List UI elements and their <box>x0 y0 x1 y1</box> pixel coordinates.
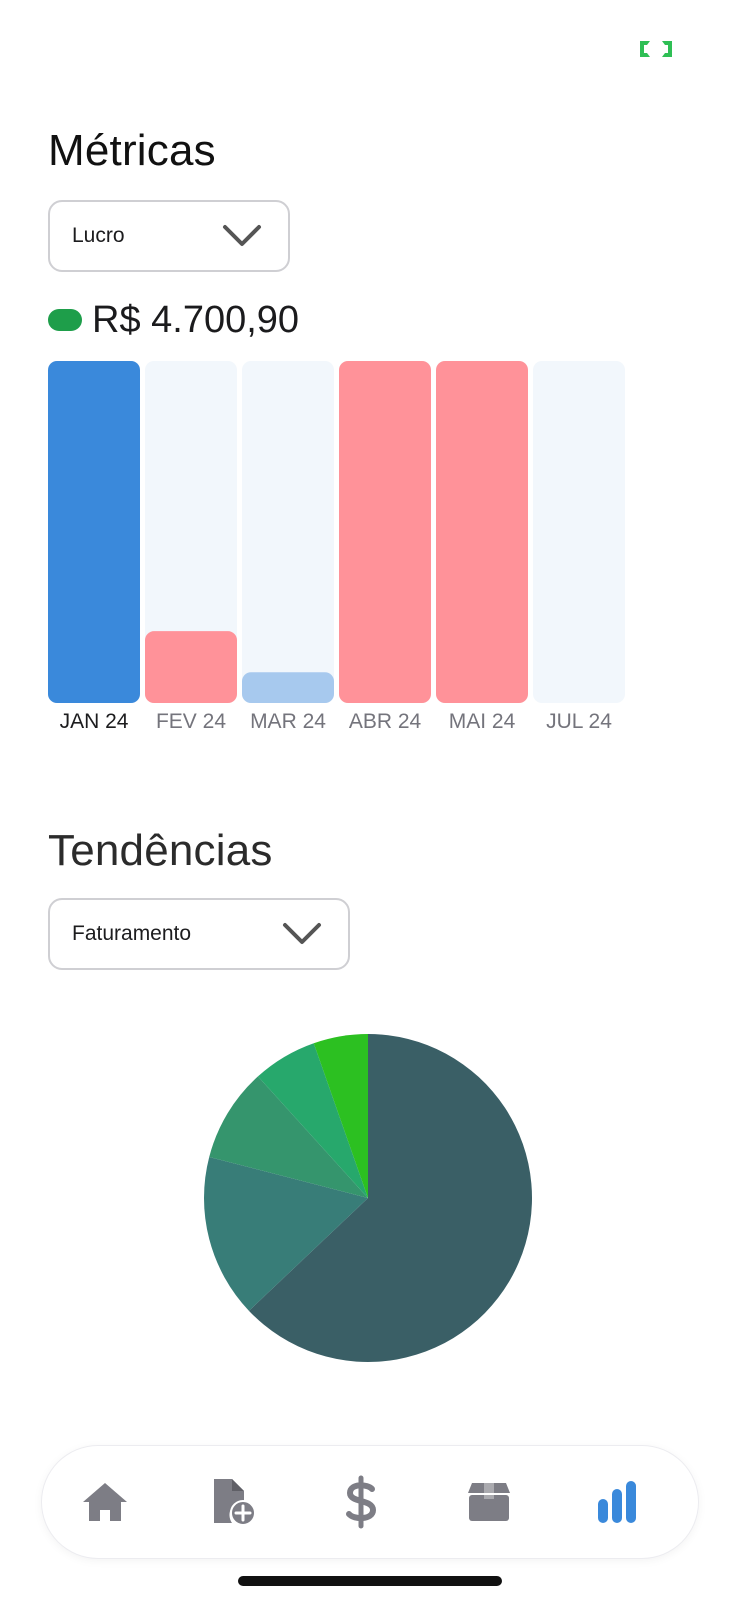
bar-fev-24[interactable] <box>145 631 237 703</box>
box-icon <box>468 1483 510 1521</box>
metric-select[interactable]: Lucro <box>48 200 290 272</box>
tab-metrics[interactable] <box>572 1446 662 1558</box>
metric-value-row: R$ 4.700,90 <box>48 296 299 344</box>
bottom-tab-bar <box>42 1446 698 1558</box>
bar-track <box>242 361 334 703</box>
bar-mai-24[interactable] <box>436 361 528 703</box>
metrics-bar-chart: JAN 24 FEV 24 MAR 24 ABR 24 MAI 24 JUL 24 <box>48 360 644 760</box>
trend-select[interactable]: Faturamento <box>48 898 350 970</box>
bar-label: MAR 24 <box>250 710 326 733</box>
bar-label: JAN 24 <box>60 710 129 733</box>
tab-new-document[interactable] <box>188 1446 278 1558</box>
bar-label: ABR 24 <box>349 710 422 733</box>
bar-track <box>533 361 625 703</box>
sync-status-icon <box>636 36 676 62</box>
metrics-title: Métricas <box>48 126 216 175</box>
metric-select-value: Lucro <box>72 224 125 247</box>
tab-home[interactable] <box>60 1446 150 1558</box>
trends-title: Tendências <box>48 826 273 875</box>
add-document-icon <box>214 1479 256 1526</box>
trend-select-value: Faturamento <box>72 922 192 945</box>
bar-label: MAI 24 <box>449 710 516 733</box>
bar-mar-24[interactable] <box>242 672 334 703</box>
tab-finance[interactable] <box>316 1446 406 1558</box>
home-icon <box>83 1483 127 1521</box>
home-indicator[interactable] <box>238 1576 502 1586</box>
chevron-down-icon <box>283 923 321 944</box>
dollar-icon <box>346 1475 377 1529</box>
trends-pie-chart <box>198 1028 538 1368</box>
bar-abr-24[interactable] <box>339 361 431 703</box>
metric-indicator <box>48 309 82 331</box>
chevron-down-icon <box>223 225 261 246</box>
bar-label: JUL 24 <box>546 710 612 733</box>
bar-chart-icon <box>598 1481 636 1523</box>
bar-jan-24[interactable] <box>48 361 140 703</box>
metric-value: R$ 4.700,90 <box>92 298 300 341</box>
bar-label: FEV 24 <box>156 710 226 733</box>
tab-inventory[interactable] <box>444 1446 534 1558</box>
